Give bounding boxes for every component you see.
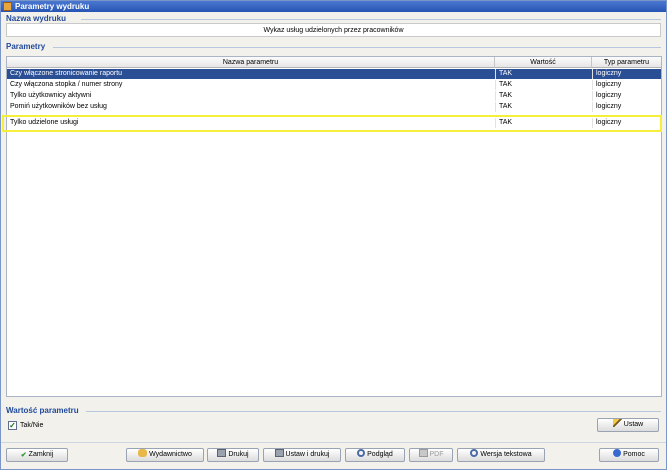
- title-bar[interactable]: Parametry wydruku: [1, 1, 666, 12]
- param-type-cell: logiczny: [592, 69, 661, 79]
- table-row[interactable]: Pomiń użytkowników bez usług TAK logiczn…: [7, 102, 661, 112]
- close-button[interactable]: ✔ Zamknij: [6, 448, 68, 462]
- param-value-cell: TAK: [495, 80, 592, 90]
- row-highlight-frame: [2, 115, 662, 132]
- preview-button[interactable]: Podgląd: [345, 448, 405, 462]
- param-type-cell: logiczny: [592, 91, 661, 101]
- hand-icon: [138, 449, 148, 457]
- yes-no-checkbox[interactable]: ✓: [8, 421, 17, 430]
- parameters-section-label: Parametry: [6, 42, 46, 51]
- section-divider: [53, 47, 661, 48]
- table-row[interactable]: Czy włączone stronicowanie raportu TAK l…: [7, 69, 661, 79]
- section-divider: [86, 411, 661, 412]
- parameters-grid[interactable]: Nazwa parametru Wartość Typ parametru Cz…: [6, 56, 662, 397]
- set-and-print-button[interactable]: Ustaw i drukuj: [263, 448, 341, 462]
- param-name-cell: Tylko użytkownicy aktywni: [10, 92, 92, 99]
- parameter-value-section-label: Wartość parametru: [6, 406, 79, 415]
- help-button[interactable]: Pomoc: [599, 448, 659, 462]
- checkmark-icon: ✔: [20, 452, 27, 459]
- magnifier-icon: [470, 449, 479, 457]
- app-icon: [3, 2, 12, 11]
- column-header-name[interactable]: Nazwa parametru: [7, 57, 495, 68]
- param-value-cell: TAK: [495, 102, 592, 112]
- print-button[interactable]: Drukuj: [207, 448, 259, 462]
- magnifier-icon: [357, 449, 366, 457]
- window-title: Parametry wydruku: [15, 2, 90, 11]
- print-parameters-window: Parametry wydruku Nazwa wydruku Wykaz us…: [0, 0, 667, 470]
- table-row[interactable]: Tylko użytkownicy aktywni TAK logiczny: [7, 91, 661, 101]
- report-name-field: Wykaz usług udzielonych przez pracownikó…: [6, 23, 661, 37]
- table-row[interactable]: Czy włączona stopka / numer strony TAK l…: [7, 80, 661, 90]
- param-type-cell: logiczny: [592, 102, 661, 112]
- pdf-icon: [418, 449, 428, 457]
- param-value-cell: TAK: [495, 69, 592, 79]
- footer-divider: [1, 442, 666, 443]
- param-name-cell: Czy włączone stronicowanie raportu: [10, 70, 123, 77]
- set-button[interactable]: Ustaw: [597, 418, 659, 432]
- pencil-icon: [612, 419, 622, 427]
- help-icon: [613, 449, 622, 457]
- param-name-cell: Pomiń użytkowników bez usług: [10, 103, 107, 110]
- report-name-section-label: Nazwa wydruku: [6, 14, 67, 23]
- param-name-cell: Czy włączona stopka / numer strony: [10, 81, 123, 88]
- param-value-cell: TAK: [495, 91, 592, 101]
- text-version-button[interactable]: Wersja tekstowa: [457, 448, 545, 462]
- printer-icon: [217, 449, 227, 457]
- section-divider: [81, 19, 661, 20]
- printer-icon: [274, 449, 284, 457]
- column-header-value[interactable]: Wartość: [495, 57, 592, 68]
- param-type-cell: logiczny: [592, 80, 661, 90]
- grid-header: Nazwa parametru Wartość Typ parametru: [7, 57, 661, 68]
- yes-no-checkbox-label: Tak/Nie: [20, 422, 44, 429]
- pdf-button[interactable]: PDF: [409, 448, 453, 462]
- column-header-type[interactable]: Typ parametru: [592, 57, 661, 68]
- publishing-button[interactable]: Wydawnictwo: [126, 448, 204, 462]
